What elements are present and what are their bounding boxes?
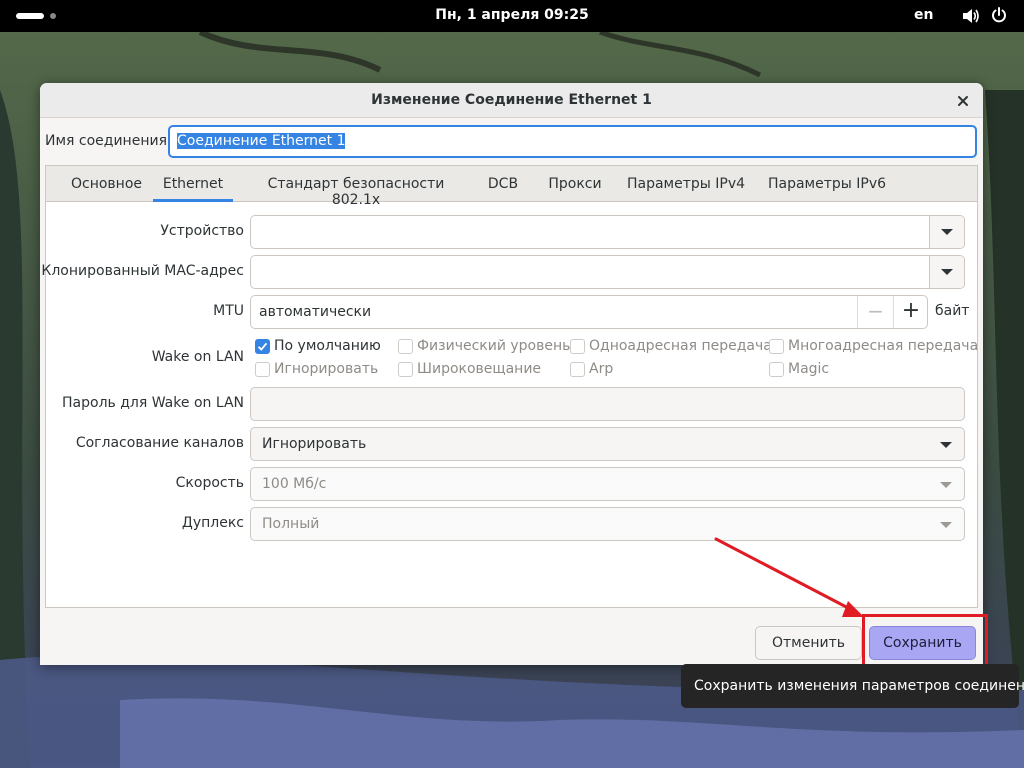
mtu-label: MTU	[213, 303, 244, 319]
wol-label: Wake on LAN	[151, 349, 244, 365]
tab-dcb[interactable]: DCB	[478, 166, 528, 202]
save-tooltip: Сохранить изменения параметров соединени…	[681, 664, 1024, 708]
tab-ipv6-settings[interactable]: Параметры IPv6	[763, 166, 891, 202]
tab-proxy[interactable]: Прокси	[540, 166, 610, 202]
wol-broadcast-label: Широковещание	[417, 361, 542, 377]
link-negotiation-label: Согласование каналов	[75, 435, 244, 451]
speed-value: 100 Мб/с	[262, 476, 327, 492]
connection-name-input[interactable]: Соединение Ethernet 1	[168, 125, 977, 158]
wol-default-label: По умолчанию	[274, 338, 381, 354]
dialog-title: Изменение Соединение Ethernet 1	[371, 92, 652, 108]
tab-ipv4-settings[interactable]: Параметры IPv4	[621, 166, 751, 202]
cloned-mac-label: Клонированный MAC-адрес	[41, 263, 244, 279]
mtu-value: автоматически	[259, 304, 372, 320]
checkbox-icon	[398, 362, 413, 377]
tab-general[interactable]: Основное	[54, 166, 159, 202]
mtu-increment-button[interactable]: +	[893, 296, 928, 328]
cancel-button[interactable]: Отменить	[755, 626, 862, 660]
chevron-down-icon	[941, 269, 953, 275]
tab-8021x-security[interactable]: Стандарт безопасности 802.1x	[246, 166, 466, 208]
clock[interactable]: Пн, 1 апреля 09:25	[0, 7, 1024, 23]
tab-bar: Основное Ethernet Стандарт безопасности …	[46, 166, 977, 208]
chevron-down-icon	[940, 522, 952, 528]
mtu-decrement-button[interactable]: −	[857, 296, 893, 328]
connection-name-label: Имя соединения	[45, 133, 168, 149]
tab-ethernet[interactable]: Ethernet	[153, 166, 233, 202]
checkbox-icon	[769, 339, 784, 354]
wol-magic-label: Magic	[788, 361, 830, 377]
wol-phy-label: Физический уровень	[417, 338, 571, 354]
checkbox-icon	[570, 339, 585, 354]
link-negotiation-value: Игнорировать	[262, 436, 367, 452]
wol-password-input[interactable]	[250, 387, 965, 421]
device-dropdown-button[interactable]	[929, 216, 964, 248]
checkbox-icon	[255, 362, 270, 377]
wol-arp-label: Arp	[589, 361, 614, 377]
link-negotiation-dropdown[interactable]: Игнорировать	[250, 427, 965, 461]
wol-password-label: Пароль для Wake on LAN	[62, 395, 244, 411]
connection-name-selected-text: Соединение Ethernet 1	[177, 133, 346, 149]
close-icon[interactable]	[954, 92, 972, 110]
wol-unicast-label: Одноадресная передача	[589, 338, 772, 354]
speed-dropdown[interactable]: 100 Мб/с	[250, 467, 965, 501]
wol-multicast-label: Многоадресная передача	[788, 338, 979, 354]
save-button-highlight	[862, 614, 988, 669]
checkbox-icon	[570, 362, 585, 377]
dialog-titlebar[interactable]: Изменение Соединение Ethernet 1	[40, 83, 983, 118]
cloned-mac-combo[interactable]	[250, 255, 965, 289]
power-icon[interactable]	[991, 7, 1007, 24]
duplex-label: Дуплекс	[181, 515, 244, 531]
device-label: Устройство	[160, 223, 244, 239]
checkbox-icon	[769, 362, 784, 377]
mtu-unit-label: байт	[935, 303, 970, 319]
device-combo[interactable]	[250, 215, 965, 249]
checkbox-icon	[398, 339, 413, 354]
keyboard-layout-indicator[interactable]: en	[914, 7, 933, 23]
mtu-spinbutton[interactable]: автоматически − +	[250, 295, 928, 329]
speed-label: Скорость	[175, 475, 244, 491]
chevron-down-icon	[940, 482, 952, 488]
top-bar: Пн, 1 апреля 09:25 en	[0, 0, 1024, 32]
wol-ignore-label: Игнорировать	[274, 361, 379, 377]
cloned-mac-dropdown-button[interactable]	[929, 256, 964, 288]
checkbox-checked-icon	[255, 339, 270, 354]
chevron-down-icon	[941, 229, 953, 235]
chevron-down-icon	[940, 442, 952, 448]
duplex-value: Полный	[262, 516, 320, 532]
annotation-arrow	[714, 537, 864, 617]
volume-icon[interactable]	[962, 8, 980, 24]
